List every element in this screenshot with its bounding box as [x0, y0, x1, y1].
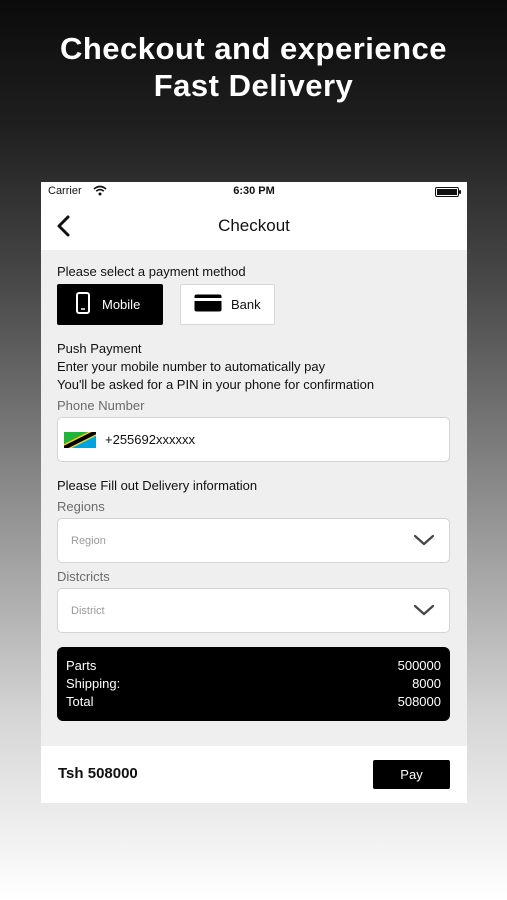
phone-number-field[interactable]: +255692xxxxxx [57, 417, 450, 462]
summary-value: 508000 [397, 694, 441, 709]
region-select[interactable]: Region [57, 518, 450, 563]
summary-label: Shipping: [66, 676, 121, 691]
chevron-down-icon [413, 534, 435, 552]
summary-row-parts: Parts 500000 [66, 658, 441, 676]
payment-method-prompt: Please select a payment method [57, 264, 246, 279]
chevron-down-icon [413, 604, 435, 622]
navigation-bar: Checkout [41, 202, 467, 250]
summary-value: 500000 [397, 658, 441, 673]
clock: 6:30 PM [233, 185, 275, 197]
tanzania-flag-icon [62, 428, 98, 453]
bank-payment-label: Bank [231, 297, 261, 312]
summary-row-shipping: Shipping: 8000 [66, 676, 441, 694]
delivery-info-prompt: Please Fill out Delivery information [57, 478, 258, 493]
push-payment-instruction-2: You'll be asked for a PIN in your phone … [57, 377, 375, 392]
summary-row-total: Total 508000 [66, 694, 441, 712]
mobile-payment-button[interactable]: Mobile [57, 284, 163, 325]
pay-button[interactable]: Pay [373, 760, 450, 789]
district-placeholder: District [71, 605, 105, 617]
push-payment-instruction-1: Enter your mobile number to automaticall… [57, 359, 326, 374]
checkout-footer: Tsh 508000 Pay [41, 746, 467, 803]
mobile-payment-label: Mobile [102, 297, 141, 312]
bank-card-icon [194, 294, 222, 315]
regions-label: Regions [57, 499, 105, 514]
headline-line-1: Checkout and experience [59, 31, 448, 66]
promo-headline: Checkout and experience Fast Delivery [0, 30, 507, 104]
push-payment-title: Push Payment [57, 341, 142, 356]
phone-number-label: Phone Number [57, 398, 145, 413]
footer-total: Tsh 508000 [58, 765, 138, 782]
region-placeholder: Region [71, 535, 106, 547]
bank-payment-button[interactable]: Bank [180, 284, 275, 325]
summary-value: 8000 [412, 676, 441, 691]
summary-label: Total [66, 694, 94, 709]
district-select[interactable]: District [57, 588, 450, 633]
page-title: Checkout [218, 216, 290, 235]
status-bar: Carrier 6:30 PM [41, 182, 467, 202]
phone-number-value: +255692xxxxxx [105, 432, 195, 447]
phone-screen: Carrier 6:30 PM Checkout Please select a… [41, 182, 467, 803]
order-summary: Parts 500000 Shipping: 8000 Total 508000 [57, 647, 450, 721]
headline-line-2: Fast Delivery [153, 68, 354, 103]
districts-label: Distcricts [57, 569, 110, 584]
battery-icon [435, 187, 461, 197]
mobile-phone-icon [76, 292, 90, 317]
summary-label: Parts [66, 658, 97, 673]
